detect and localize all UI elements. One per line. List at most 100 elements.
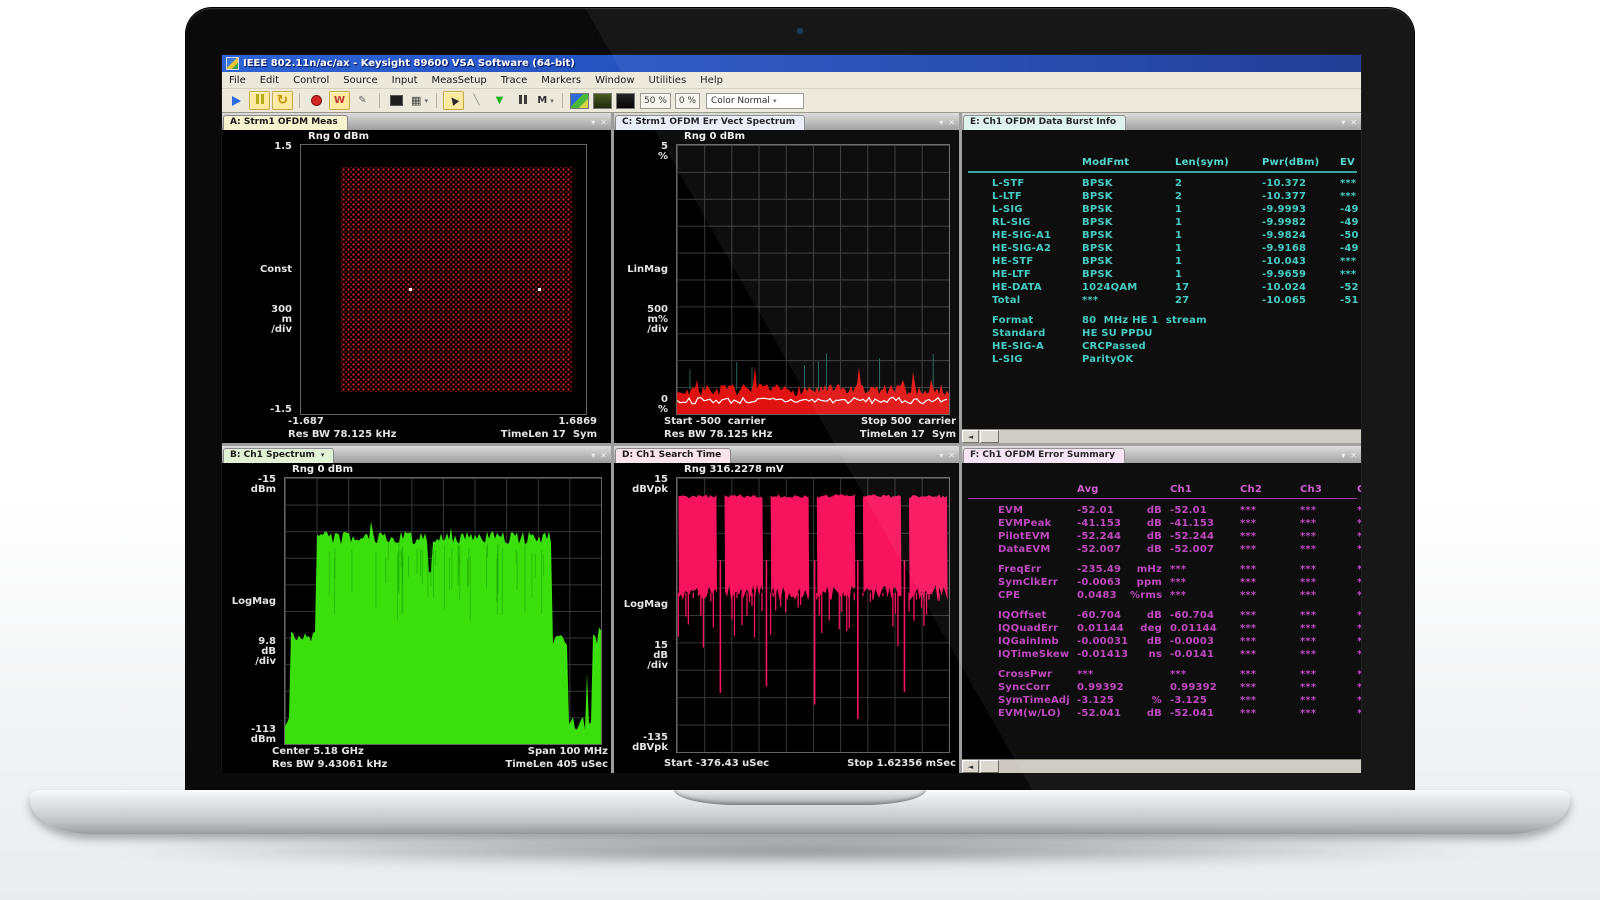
table-row: L-SIGBPSK1-9.9993-49: [962, 203, 1361, 216]
menu-markers[interactable]: Markers: [534, 74, 588, 87]
panel-menu-icon[interactable]: ▾: [591, 451, 595, 460]
error-vector-chart[interactable]: [676, 144, 950, 415]
menu-utilities[interactable]: Utilities: [642, 74, 694, 87]
panel-b-spectrum: B: Ch1 Spectrum▾ ▾✕ Rng 0 dBm -15dBm Log…: [222, 446, 611, 773]
panel-d-header: D: Ch1 Search Time ▾ ✕: [614, 446, 959, 464]
panel-a-tab[interactable]: A: Strm1 OFDM Meas: [223, 115, 348, 130]
menu-edit[interactable]: Edit: [253, 74, 286, 87]
panel-close-icon[interactable]: ✕: [948, 118, 955, 127]
y-min-label: 0%: [614, 395, 668, 415]
laptop-screen: IEEE 802.11n/ac/ax - Keysight 89600 VSA …: [186, 8, 1414, 792]
restart-button[interactable]: ↻: [272, 91, 293, 110]
panel-menu-icon[interactable]: ▾: [591, 118, 595, 127]
spectrum-trace: [285, 478, 601, 744]
panel-b-tab[interactable]: B: Ch1 Spectrum▾: [223, 448, 334, 463]
h-scrollbar[interactable]: ◄: [962, 429, 1361, 443]
edit-trace-button[interactable]: ✎: [352, 91, 373, 110]
tab-dropdown-icon[interactable]: ▾: [321, 451, 325, 459]
scroll-thumb[interactable]: [980, 430, 999, 443]
menu-trace[interactable]: Trace: [494, 74, 535, 87]
preset-1-button[interactable]: [569, 91, 590, 110]
scroll-left-icon[interactable]: ◄: [962, 760, 979, 773]
band-marker-button[interactable]: [512, 91, 533, 110]
y-scale-label: 9.8dB/div: [222, 637, 276, 667]
panel-d-tab[interactable]: D: Ch1 Search Time: [615, 448, 731, 463]
marker-m-button[interactable]: M▾: [535, 91, 556, 110]
panel-c-tab[interactable]: C: Strm1 OFDM Err Vect Spectrum: [615, 115, 805, 130]
menu-help[interactable]: Help: [693, 74, 730, 87]
menu-input[interactable]: Input: [385, 74, 425, 87]
x-axis-range: Start -500 carrierStop 500 carrier: [664, 416, 956, 427]
color-mode-select[interactable]: Color Normal▾: [706, 93, 804, 109]
panel-menu-icon[interactable]: ▾: [939, 118, 943, 127]
panel-a-body: Rng 0 dBm 1.5 Const 300m/div -1.5 -: [222, 130, 611, 443]
scroll-left-icon[interactable]: ◄: [962, 430, 979, 443]
demod-button[interactable]: W: [329, 91, 350, 110]
preset-2-button[interactable]: [592, 91, 613, 110]
record-icon: [311, 95, 322, 106]
y-axis-labels: 5% LinMag 500m%/div 0%: [616, 144, 670, 413]
info-row: HE-SIG-ACRCPassed: [962, 340, 1361, 353]
panel-menu-icon[interactable]: ▾: [939, 451, 943, 460]
table-row: CrossPwr*************: [962, 668, 1361, 681]
panel-close-icon[interactable]: ✕: [600, 451, 607, 460]
constellation-chart[interactable]: [300, 144, 587, 415]
panel-f-tab[interactable]: F: Ch1 OFDM Error Summary: [963, 448, 1125, 463]
search-time-chart[interactable]: [676, 477, 950, 753]
panel-menu-icon[interactable]: ▾: [1341, 118, 1345, 127]
pointer-icon: ▲: [447, 94, 460, 107]
average-percent-field[interactable]: 50 %: [640, 93, 671, 109]
preset-thumbnail-icon: [570, 93, 589, 109]
play-icon: [232, 96, 241, 106]
range-label: Rng 316.2278 mV: [684, 464, 784, 475]
overlap-percent-field[interactable]: 0 %: [675, 93, 700, 109]
x-axis-range: Start -376.43 uSecStop 1.62356 mSec: [664, 758, 956, 769]
table-row: L-STFBPSK2-10.372***: [962, 177, 1361, 190]
trace-format-label: LinMag: [614, 265, 668, 275]
delta-marker-button[interactable]: ▼: [489, 91, 510, 110]
menu-file[interactable]: File: [222, 74, 253, 87]
laptop-mockup: IEEE 802.11n/ac/ax - Keysight 89600 VSA …: [0, 0, 1600, 900]
h-scrollbar[interactable]: ◄: [962, 759, 1361, 773]
select-pointer-button[interactable]: ▲: [443, 91, 464, 110]
record-button[interactable]: [306, 91, 327, 110]
panel-a-header: A: Strm1 OFDM Meas ▾ ✕: [222, 113, 611, 131]
lid-notch: [674, 790, 926, 805]
y-max-label: 15dBVpk: [614, 475, 668, 495]
panel-a-ofdm-meas: A: Strm1 OFDM Meas ▾ ✕ Rng 0 dBm 1.5 Cons…: [222, 113, 611, 443]
table-header: ModFmtLen(sym)Pwr(dBm)EV: [962, 156, 1361, 169]
x-axis-range: -1.6871.6869: [288, 416, 597, 427]
table-header-rule: [968, 498, 1357, 499]
panel-close-icon[interactable]: ✕: [948, 451, 955, 460]
toolbar-separator: [299, 93, 300, 108]
y-scale-label: 500m%/div: [614, 305, 668, 335]
toolbar-separator: [562, 93, 563, 108]
spectrum-chart[interactable]: [284, 477, 602, 745]
panel-c-header: C: Strm1 OFDM Err Vect Spectrum ▾ ✕: [614, 113, 959, 131]
line-marker-button[interactable]: ╲: [466, 91, 487, 110]
chevron-down-icon: ▾: [550, 97, 554, 105]
error-summary-table: AvgCh1Ch2Ch3C EVM-52.01dB-52.01*******EV…: [962, 463, 1361, 773]
preset-3-button[interactable]: [615, 91, 636, 110]
table-row: EVMPeak-41.153dB-41.153*******: [962, 517, 1361, 530]
title-bar: IEEE 802.11n/ac/ax - Keysight 89600 VSA …: [222, 55, 1361, 72]
panel-e-tab[interactable]: E: Ch1 OFDM Data Burst Info: [963, 115, 1126, 130]
y-scale-label: 15dB/div: [614, 641, 668, 671]
footer-info: Res BW 78.125 kHzTimeLen 17 Sym: [288, 429, 597, 440]
panel-close-icon[interactable]: ✕: [1350, 118, 1357, 127]
pause-button[interactable]: [249, 91, 270, 110]
table-row: SymClkErr-0.0063ppm**********: [962, 576, 1361, 589]
single-display-button[interactable]: [386, 91, 407, 110]
menu-meassetup[interactable]: MeasSetup: [425, 74, 494, 87]
scroll-thumb[interactable]: [980, 760, 999, 773]
panel-close-icon[interactable]: ✕: [600, 118, 607, 127]
pause-icon: [255, 93, 265, 108]
burst-table-rows: L-STFBPSK2-10.372***L-LTFBPSK2-10.377***…: [962, 177, 1361, 307]
panel-close-icon[interactable]: ✕: [1350, 451, 1357, 460]
grid-layout-button[interactable]: ▦▾: [409, 91, 430, 110]
play-button[interactable]: [226, 91, 247, 110]
panel-menu-icon[interactable]: ▾: [1341, 451, 1345, 460]
menu-window[interactable]: Window: [588, 74, 641, 87]
menu-source[interactable]: Source: [336, 74, 384, 87]
menu-control[interactable]: Control: [286, 74, 336, 87]
